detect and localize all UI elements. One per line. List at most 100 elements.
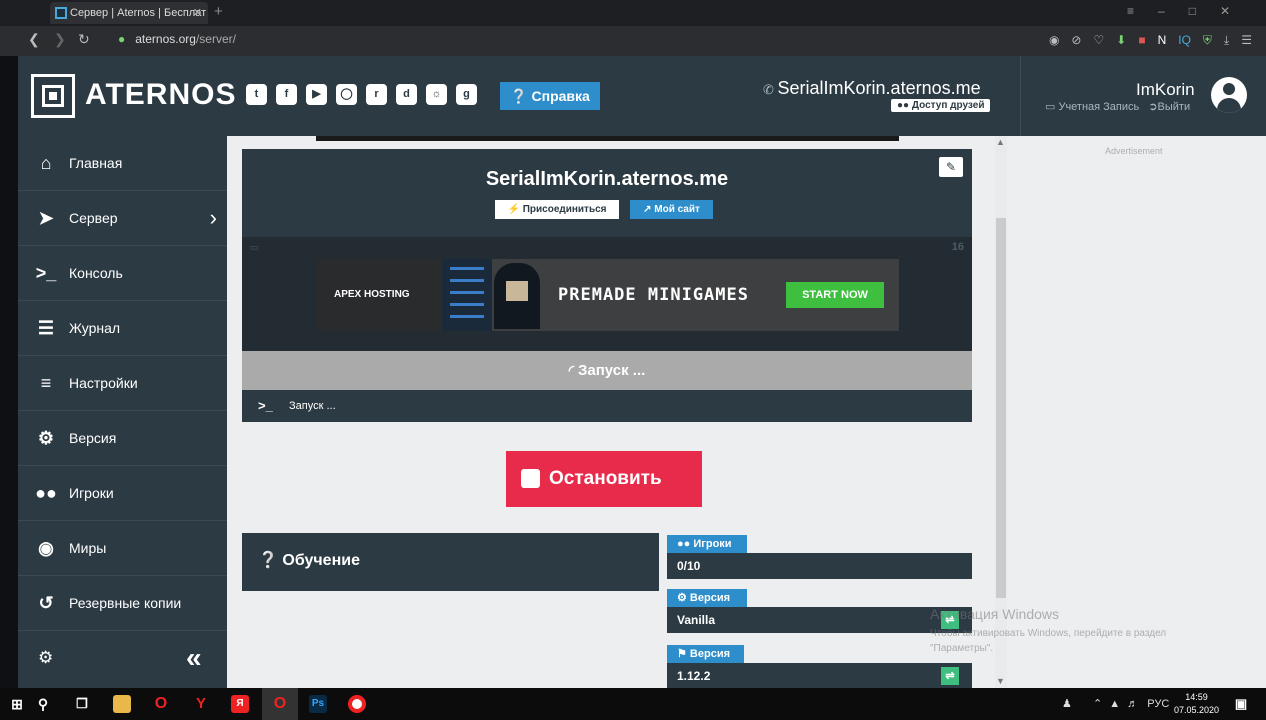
account-link[interactable]: ▭ Учетная Запись — [1045, 101, 1139, 113]
tab-close-icon[interactable]: ✕ — [193, 2, 202, 24]
sidebar-item-home[interactable]: ⌂ Главная — [18, 136, 227, 191]
url-field[interactable]: ● aternos.org/server/ — [118, 32, 236, 46]
discord-icon[interactable]: d — [396, 84, 417, 105]
people-icon[interactable]: ♟ — [1062, 698, 1072, 710]
friends-icon: ●● — [897, 100, 912, 111]
yandex-browser-icon[interactable]: Y — [192, 695, 210, 713]
sidebar: ⌂ Главная ➤ Сервер › >_ Консоль ☰ Журнал… — [18, 136, 227, 688]
avatar[interactable] — [1211, 77, 1247, 113]
system-tray: ♟ ⌃ ▲ ♬ РУС — [1062, 697, 1169, 710]
aternos-logo-icon[interactable] — [31, 74, 75, 118]
scroll-up-icon[interactable]: ▲ — [996, 137, 1005, 147]
console-preview[interactable]: >_ Запуск ... — [242, 390, 972, 422]
edit-pencil-icon[interactable]: ✎ — [939, 157, 963, 177]
ad-banner[interactable]: APEX HOSTING PREMADE MINIGAMES START NOW — [316, 259, 899, 331]
reddit-icon[interactable]: r — [366, 84, 387, 105]
tray-chevron-icon[interactable]: ⌃ — [1093, 698, 1102, 710]
sidebar-item-settings[interactable]: ≡ Настройки — [18, 356, 227, 411]
heart-icon[interactable]: ♡ — [1093, 33, 1104, 48]
volume-icon[interactable]: ♬ — [1127, 698, 1138, 710]
language-indicator[interactable]: РУС — [1147, 698, 1169, 710]
join-button[interactable]: ⚡ Присоединиться — [495, 200, 619, 219]
sidebar-item-backups[interactable]: ↺ Резервные копии — [18, 576, 227, 631]
sidebar-item-worlds[interactable]: ◉ Миры — [18, 521, 227, 576]
server-address[interactable]: ✆ SerialImKorin.aternos.me — [763, 78, 981, 99]
scrollbar-thumb[interactable] — [996, 218, 1006, 598]
windows-activation-text: Чтобы активировать Windows, перейдите в … — [930, 628, 1167, 654]
reload-icon[interactable]: ↻ — [78, 31, 90, 48]
support-icon[interactable]: ☼ — [426, 84, 447, 105]
instagram-icon[interactable]: ◯ — [336, 84, 357, 105]
browser-tab[interactable]: Сервер | Aternos | Бесплат ✕ — [50, 2, 208, 24]
file-explorer-icon[interactable] — [113, 695, 131, 713]
sidebar-item-server[interactable]: ➤ Сервер › — [18, 191, 227, 246]
log-icon: ☰ — [37, 318, 55, 338]
twitter-icon[interactable]: t — [246, 84, 267, 105]
network-icon[interactable]: ▲ — [1109, 698, 1120, 710]
notion-icon[interactable]: N — [1158, 33, 1167, 48]
download-ext-icon[interactable]: ⬇ — [1116, 33, 1126, 48]
forward-icon[interactable]: ❯ — [54, 31, 66, 48]
scroll-down-icon[interactable]: ▼ — [996, 676, 1005, 686]
sliders-icon: ≡ — [40, 373, 52, 393]
stop-button[interactable]: Остановить — [506, 451, 702, 507]
facebook-icon[interactable]: f — [276, 84, 297, 105]
browser-tab-bar: Сервер | Aternos | Бесплат ✕ + ≡–□✕ — [0, 0, 1266, 26]
sidebar-item-players[interactable]: ●● Игроки — [18, 466, 227, 521]
window-controls[interactable]: ≡–□✕ — [1127, 4, 1254, 18]
task-view-icon[interactable]: ❐ — [73, 695, 91, 713]
ad-cta-button[interactable]: START NOW — [786, 282, 884, 308]
tutorial-panel[interactable]: ❔ Обучение — [242, 533, 659, 591]
recorder-icon[interactable] — [348, 695, 366, 713]
globe-icon: ◉ — [38, 538, 54, 558]
shield-ext-icon[interactable]: ⛨ — [1203, 33, 1212, 48]
ad-count: 16 — [951, 241, 964, 253]
yandex-icon[interactable]: Я — [231, 695, 249, 713]
downloads-icon[interactable]: ⤓ — [1224, 33, 1229, 48]
logout-link[interactable]: ➲Выйти — [1148, 101, 1190, 113]
sidebar-item-log[interactable]: ☰ Журнал — [18, 301, 227, 356]
address-bar: ❮ ❯ ↻ ● aternos.org/server/ ◉ ⊘ ♡ ⬇ ■ N I… — [0, 26, 1266, 56]
block-icon[interactable]: ⊘ — [1071, 33, 1081, 48]
friends-access-button[interactable]: ●● Доступ друзей — [891, 99, 991, 112]
site-header: ATERNOS t f ▶ ◯ r d ☼ g ❔ Справка ✆ Seri… — [18, 56, 1266, 136]
iq-icon[interactable]: IQ — [1178, 33, 1191, 48]
ad-area: ▭ 16 APEX HOSTING PREMADE MINIGAMES STAR… — [242, 237, 972, 351]
console-prompt-icon: >_ — [258, 398, 273, 413]
gears-icon: ⚙ — [677, 592, 690, 604]
photoshop-icon[interactable]: Ps — [309, 695, 327, 713]
server-status-bar: ◜ Запуск ... — [242, 351, 972, 390]
menu-icon[interactable]: ☰ — [1241, 33, 1252, 48]
shuffle-icon[interactable]: ⇌ — [941, 667, 959, 685]
gear-icon[interactable]: ⚙ — [38, 648, 53, 668]
home-icon: ⌂ — [40, 153, 52, 173]
new-tab-button[interactable]: + — [214, 3, 223, 20]
brand-name[interactable]: ATERNOS — [85, 78, 236, 112]
opera-icon[interactable]: O — [152, 695, 170, 713]
help-button[interactable]: ❔ Справка — [500, 82, 600, 110]
sidebar-item-version[interactable]: ⚙ Версия — [18, 411, 227, 466]
youtube-icon[interactable]: ▶ — [306, 84, 327, 105]
collapse-sidebar-icon[interactable]: « — [186, 642, 202, 674]
windows-start-icon[interactable]: ⊞ — [8, 695, 26, 713]
sidebar-item-console[interactable]: >_ Консоль — [18, 246, 227, 301]
camera-icon[interactable]: ◉ — [1049, 33, 1059, 48]
github-icon[interactable]: g — [456, 84, 477, 105]
clock[interactable]: 14:59 07.05.2020 — [1174, 691, 1219, 717]
ad-brand: APEX HOSTING — [334, 289, 410, 300]
notifications-icon[interactable]: ▣ — [1232, 695, 1250, 713]
taskbar-active-app[interactable]: O — [262, 688, 298, 720]
server-status-card: SerialImKorin.aternos.me ✎ ⚡ Присоединит… — [242, 149, 972, 422]
ad-headline: PREMADE MINIGAMES — [558, 285, 749, 305]
id-card-icon: ▭ — [1045, 101, 1059, 113]
search-icon[interactable]: ⚲ — [34, 695, 52, 713]
stop-square-icon — [521, 469, 540, 488]
ad-server-graphic — [442, 259, 492, 331]
software-value: Vanilla ⇌ — [667, 607, 972, 633]
back-icon[interactable]: ❮ — [28, 31, 40, 48]
extension-icons: ◉ ⊘ ♡ ⬇ ■ N IQ ⛨ ⤓ ☰ — [1049, 33, 1252, 48]
ext-red-icon[interactable]: ■ — [1138, 33, 1145, 48]
question-circle-icon: ❔ — [510, 88, 528, 104]
my-site-button[interactable]: ↗ Мой сайт — [630, 200, 713, 219]
ad-tag-icon: ▭ — [250, 242, 259, 252]
